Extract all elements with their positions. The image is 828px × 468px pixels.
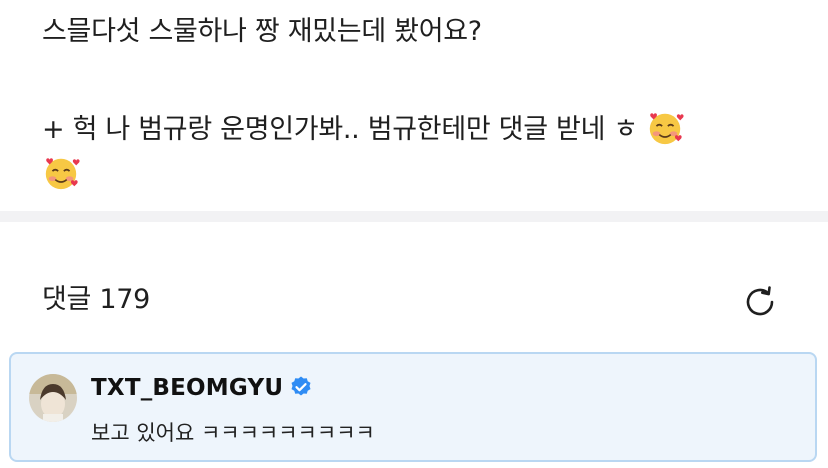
post-emoji-line (42, 154, 80, 193)
verified-badge-icon (291, 376, 311, 396)
post-text: + 헉 나 범규랑 운명인가봐.. 범규한테만 댓글 받네 ㅎ (42, 114, 638, 145)
comment-text: 보고 있어요 ㅋㅋㅋㅋㅋㅋㅋㅋㅋ (91, 421, 375, 445)
comment-count: 댓글 179 (42, 284, 150, 315)
smiling-face-with-hearts-icon (650, 113, 684, 145)
avatar[interactable] (29, 374, 77, 422)
highlighted-comment[interactable]: TXT_BEOMGYU 보고 있어요 ㅋㅋㅋㅋㅋㅋㅋㅋㅋ (9, 352, 817, 462)
post-text-line: 스믈다섯 스물하나 짱 재밌는데 봤어요? (42, 16, 482, 47)
post-page: 스믈다섯 스물하나 짱 재밌는데 봤어요? + 헉 나 범규랑 운명인가봐.. … (0, 0, 828, 468)
comment-username[interactable]: TXT_BEOMGYU (91, 372, 313, 404)
username-text: TXT_BEOMGYU (91, 375, 284, 401)
refresh-icon[interactable] (740, 282, 780, 322)
post-text-line: + 헉 나 범규랑 운명인가봐.. 범규한테만 댓글 받네 ㅎ (42, 109, 684, 148)
smiling-face-with-hearts-icon (45, 158, 80, 190)
section-divider (0, 211, 828, 222)
